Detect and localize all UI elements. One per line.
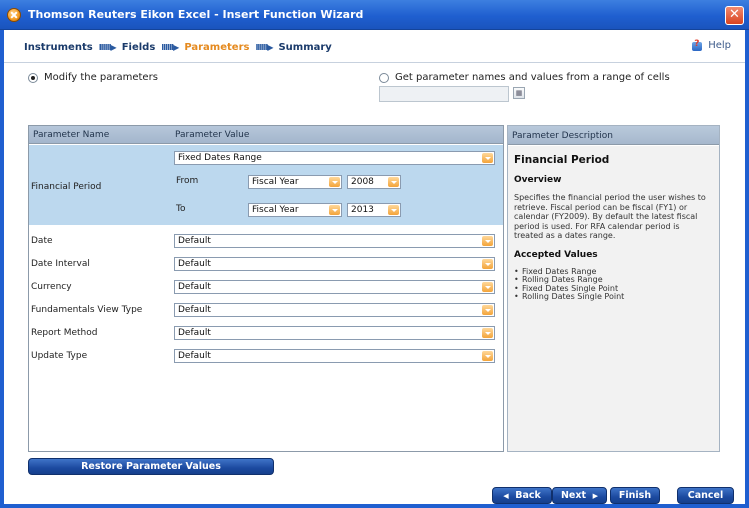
parameter-description-panel: Parameter Description Financial Period O… <box>507 125 720 452</box>
financial-period-label: Financial Period <box>31 182 102 192</box>
description-body: Financial Period Overview Specifies the … <box>508 146 719 451</box>
step-separator-icon: IIIIII▶ <box>98 42 117 52</box>
help-icon <box>690 38 704 52</box>
chevron-down-icon <box>482 153 493 163</box>
accepted-values-heading: Accepted Values <box>514 249 598 260</box>
step-fields[interactable]: Fields <box>122 42 156 53</box>
fundamentals-view-type-select[interactable]: Default <box>174 303 495 317</box>
chevron-down-icon <box>329 177 340 187</box>
date-select[interactable]: Default <box>174 234 495 248</box>
parameter-row-date: Date Default <box>29 229 503 252</box>
parameter-row-fundamentals-view-type: Fundamentals View Type Default <box>29 298 503 321</box>
close-button[interactable]: ✕ <box>725 6 744 25</box>
chevron-down-icon <box>388 205 399 215</box>
back-button[interactable]: ◀ Back <box>492 487 552 504</box>
list-item: Rolling Dates Single Point <box>514 292 713 302</box>
step-instruments[interactable]: Instruments <box>24 42 93 53</box>
parameter-row-date-interval: Date Interval Default <box>29 252 503 275</box>
chevron-down-icon <box>388 177 399 187</box>
to-period-select[interactable]: Fiscal Year <box>248 203 342 217</box>
next-button[interactable]: Next ▶ <box>552 487 607 504</box>
range-radio[interactable] <box>379 72 389 83</box>
financial-period-mode-select[interactable]: Fixed Dates Range <box>174 151 495 165</box>
window-title-bar: Thomson Reuters Eikon Excel - Insert Fun… <box>0 0 749 30</box>
help-link[interactable]: Help <box>690 38 731 52</box>
date-interval-select[interactable]: Default <box>174 257 495 271</box>
cancel-button[interactable]: Cancel <box>677 487 734 504</box>
chevron-down-icon <box>482 236 493 246</box>
to-label: To <box>176 204 186 214</box>
parameter-row-update-type: Update Type Default <box>29 344 503 367</box>
restore-parameter-values-button[interactable]: Restore Parameter Values <box>28 458 274 475</box>
range-label: Get parameter names and values from a ra… <box>395 72 670 83</box>
from-year-select[interactable]: 2008 <box>347 175 401 189</box>
chevron-down-icon <box>482 328 493 338</box>
step-summary[interactable]: Summary <box>278 42 331 53</box>
to-year-select[interactable]: 2013 <box>347 203 401 217</box>
range-cells-input[interactable] <box>379 86 509 102</box>
window-title: Thomson Reuters Eikon Excel - Insert Fun… <box>28 8 364 21</box>
chevron-down-icon <box>482 259 493 269</box>
divider <box>4 62 745 63</box>
arrow-left-icon: ◀ <box>503 492 509 500</box>
app-logo-icon <box>7 8 21 22</box>
currency-select[interactable]: Default <box>174 280 495 294</box>
step-separator-icon: IIIIII▶ <box>161 42 179 52</box>
arrow-right-icon: ▶ <box>592 492 599 500</box>
modify-parameters-option[interactable]: Modify the parameters <box>28 72 158 83</box>
description-title: Financial Period <box>514 154 610 166</box>
parameter-table-header: Parameter Name Parameter Value <box>29 126 503 144</box>
header-parameter-value: Parameter Value <box>175 130 250 140</box>
chevron-down-icon <box>482 305 493 315</box>
step-parameters[interactable]: Parameters <box>184 42 249 53</box>
parameter-row-report-method: Report Method Default <box>29 321 503 344</box>
header-parameter-name: Parameter Name <box>33 130 110 140</box>
modify-label: Modify the parameters <box>44 72 158 83</box>
accepted-values-list: Fixed Dates Range Rolling Dates Range Fi… <box>514 267 713 302</box>
wizard-window: Instruments IIIIII▶ Fields IIIIII▶ Param… <box>0 30 749 508</box>
range-picker-icon[interactable]: ▦ <box>513 87 525 99</box>
report-method-select[interactable]: Default <box>174 326 495 340</box>
finish-button[interactable]: Finish <box>610 487 660 504</box>
parameter-row-currency: Currency Default <box>29 275 503 298</box>
overview-text: Specifies the financial period the user … <box>514 193 706 240</box>
financial-period-row: Financial Period Fixed Dates Range From … <box>29 145 503 225</box>
from-period-select[interactable]: Fiscal Year <box>248 175 342 189</box>
chevron-down-icon <box>329 205 340 215</box>
description-header: Parameter Description <box>508 126 719 145</box>
update-type-select[interactable]: Default <box>174 349 495 363</box>
modify-radio[interactable] <box>28 72 38 83</box>
parameter-table: Parameter Name Parameter Value Financial… <box>28 125 504 452</box>
step-separator-icon: IIIIII▶ <box>255 42 273 52</box>
chevron-down-icon <box>482 282 493 292</box>
wizard-steps: Instruments IIIIII▶ Fields IIIIII▶ Param… <box>24 40 332 54</box>
range-option[interactable]: Get parameter names and values from a ra… <box>379 72 670 83</box>
overview-heading: Overview <box>514 175 562 185</box>
help-label: Help <box>708 39 731 51</box>
from-label: From <box>176 176 199 186</box>
chevron-down-icon <box>482 351 493 361</box>
